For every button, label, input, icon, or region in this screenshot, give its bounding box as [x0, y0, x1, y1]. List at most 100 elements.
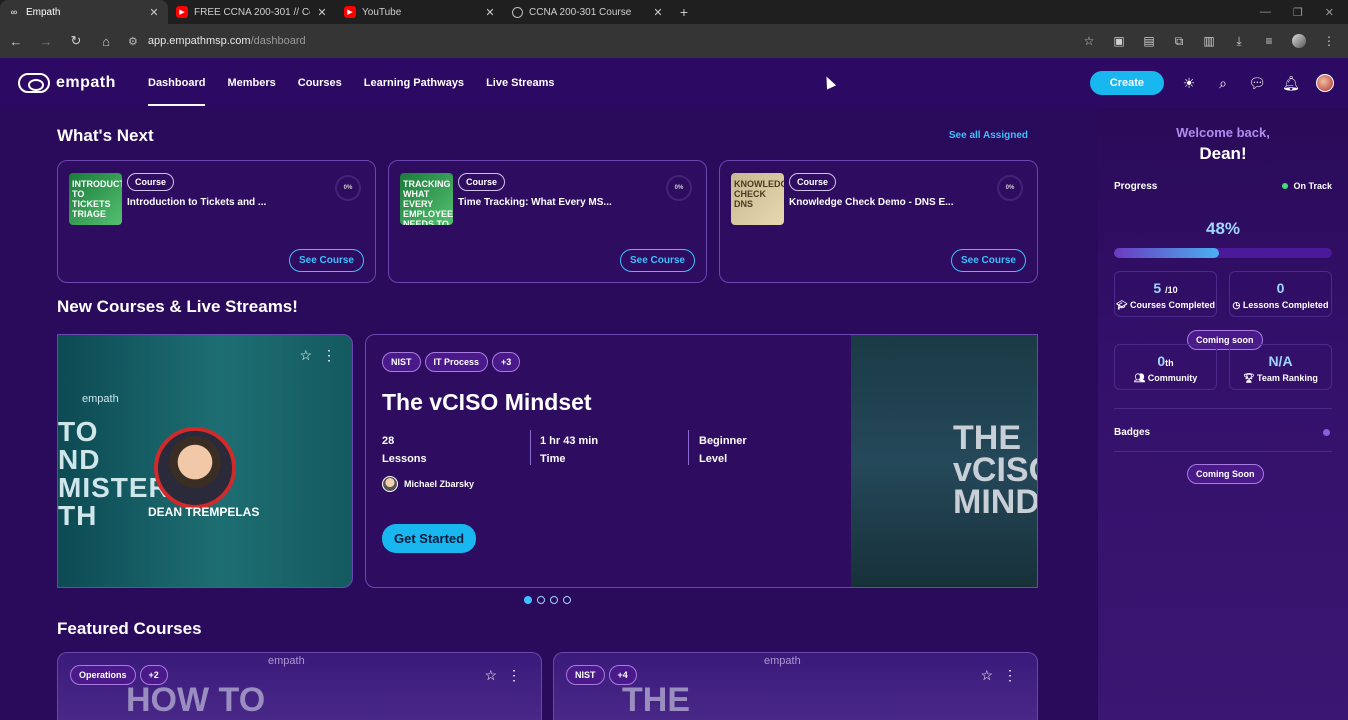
stat-label: Lessons Completed	[1242, 300, 1329, 310]
chat-icon[interactable]: 💬︎	[1248, 74, 1266, 92]
more-options-icon[interactable]: ⋮	[1003, 667, 1017, 684]
stat-value: 0	[1157, 353, 1166, 369]
more-options-icon[interactable]: ⋮	[507, 667, 521, 684]
carousel-card-previous[interactable]: empath TO ND MISTER TH DEAN TREMPELAS ☆ …	[57, 334, 353, 588]
favorite-star-icon[interactable]: ☆	[299, 347, 312, 364]
tab-label: CCNA 200-301 Course	[529, 6, 632, 18]
whats-next-title: What's Next	[57, 126, 154, 145]
carousel-dot[interactable]	[524, 596, 532, 604]
course-tag: Course	[127, 173, 175, 191]
stat-label: Lessons	[382, 453, 427, 465]
whats-next-card[interactable]: KNOWLEDGE CHECK DNS Course Knowledge Che…	[719, 160, 1038, 283]
browser-tab-ccna-course[interactable]: CCNA 200-301 Course ✕	[504, 0, 672, 24]
nav-members[interactable]: Members	[227, 58, 275, 108]
progress-ring: 0%	[997, 175, 1023, 201]
empath-logo[interactable]: empath	[18, 73, 130, 93]
download-icon[interactable]: ⤓	[1232, 34, 1246, 49]
status-badge: On Track	[1282, 181, 1332, 191]
close-tab-icon[interactable]: ✕	[484, 6, 496, 19]
course-thumbnail: INTRODUCTION TO TICKETS TRIAGE	[69, 173, 122, 225]
course-title: Introduction to Tickets and ...	[127, 197, 267, 208]
presenter-name: DEAN TREMPELAS	[148, 505, 260, 519]
profile-avatar[interactable]	[1292, 34, 1306, 48]
course-tag: Course	[458, 173, 506, 191]
back-icon[interactable]: ←	[8, 34, 24, 49]
extension-icon[interactable]: ▣	[1112, 34, 1126, 48]
nav-dashboard[interactable]: Dashboard	[148, 58, 206, 108]
new-tab-button[interactable]: +	[672, 4, 696, 20]
course-author[interactable]: Michael Zbarsky	[382, 476, 474, 492]
status-dot-icon	[1282, 183, 1289, 189]
carousel-dot[interactable]	[537, 596, 545, 604]
forward-icon[interactable]: →	[38, 34, 54, 49]
course-title: Time Tracking: What Every MS...	[458, 197, 612, 208]
featured-courses-title: Featured Courses	[57, 619, 202, 638]
notification-bell-icon[interactable]: 🔔︎	[1282, 74, 1300, 92]
tab-label: YouTube	[362, 6, 402, 18]
media-icon[interactable]: ≡	[1262, 34, 1276, 48]
stat-time: 1 hr 43 min Time	[540, 432, 598, 468]
course-banner-image: THE vCISO MIND	[851, 335, 1037, 587]
get-started-button[interactable]: Get Started	[382, 524, 477, 553]
author-avatar	[382, 476, 398, 492]
theme-toggle-sun-icon[interactable]: ☀	[1180, 74, 1198, 92]
search-icon[interactable]: ⌕	[1214, 74, 1232, 92]
see-course-button[interactable]: See Course	[950, 249, 1026, 272]
see-all-assigned-link[interactable]: See all Assigned	[949, 130, 1028, 141]
team-ranking-stat: N/A 🏆︎ Team Ranking	[1229, 344, 1332, 390]
stat-suffix: th	[1165, 358, 1174, 368]
stat-divider	[530, 430, 531, 465]
nav-courses[interactable]: Courses	[298, 58, 342, 108]
minimize-icon[interactable]: —	[1260, 6, 1271, 19]
see-course-button[interactable]: See Course	[619, 249, 695, 272]
browser-tab-youtube[interactable]: ▶ YouTube ✕	[336, 0, 504, 24]
extensions-puzzle-icon[interactable]: ⧉	[1172, 34, 1186, 49]
favorite-star-icon[interactable]: ☆	[484, 667, 497, 684]
nav-live-streams[interactable]: Live Streams	[486, 58, 554, 108]
browser-tab-ccna-video[interactable]: ▶ FREE CCNA 200-301 // Complete ✕	[168, 0, 336, 24]
progress-ring: 0%	[666, 175, 692, 201]
site-info-icon[interactable]: ⚙	[128, 35, 138, 48]
sidebar-icon[interactable]: ▥	[1202, 34, 1216, 48]
user-avatar[interactable]	[1316, 74, 1334, 92]
stat-value: 5	[1153, 280, 1162, 296]
progress-percent: 48%	[1205, 219, 1241, 238]
card-watermark: empath	[82, 393, 119, 405]
progress-label: Progress	[1114, 181, 1158, 192]
card-watermark: empath	[764, 655, 801, 667]
close-window-icon[interactable]: ✕	[1325, 6, 1334, 19]
course-tags: NIST IT Process +3	[382, 352, 524, 372]
maximize-icon[interactable]: ❐	[1293, 6, 1303, 19]
create-button[interactable]: Create	[1089, 71, 1164, 95]
featured-course-card[interactable]: NIST +4 empath THE ☆ ⋮	[553, 652, 1038, 720]
carousel-dot[interactable]	[550, 596, 558, 604]
home-icon[interactable]: ⌂	[98, 34, 114, 49]
more-options-icon[interactable]: ⋮	[322, 347, 336, 364]
browser-menu-icon[interactable]: ⋮	[1322, 34, 1336, 48]
extension-icon[interactable]: ▤	[1142, 34, 1156, 48]
favorite-star-icon[interactable]: ☆	[980, 667, 993, 684]
courses-completed-stat: 5 /10 🎓︎ Courses Completed	[1114, 271, 1217, 317]
bookmark-star-icon[interactable]: ☆	[1082, 34, 1096, 48]
status-text: On Track	[1293, 181, 1332, 191]
stat-lessons: 28 Lessons	[382, 432, 427, 468]
carousel-dot[interactable]	[563, 596, 571, 604]
youtube-favicon-icon: ▶	[344, 6, 356, 18]
empath-logo-icon	[18, 73, 50, 93]
tab-label: FREE CCNA 200-301 // Complete	[194, 6, 310, 18]
tag-more: +3	[492, 352, 521, 372]
close-tab-icon[interactable]: ✕	[652, 6, 664, 19]
whats-next-card[interactable]: INTRODUCTION TO TICKETS TRIAGE Course In…	[57, 160, 376, 283]
address-bar[interactable]: ⚙ app.empathmsp.com/dashboard	[128, 35, 306, 48]
close-tab-icon[interactable]: ✕	[316, 6, 328, 19]
trophy-icon: 🏆︎	[1243, 373, 1255, 383]
carousel-card-featured[interactable]: NIST IT Process +3 The vCISO Mindset 28 Le…	[365, 334, 1038, 588]
empath-favicon-icon: ∞	[10, 7, 18, 17]
nav-learning-pathways[interactable]: Learning Pathways	[364, 58, 464, 108]
featured-course-card[interactable]: Operations +2 empath HOW TO ☆ ⋮	[57, 652, 542, 720]
browser-tab-empath[interactable]: ∞ Empath ✕	[0, 0, 168, 24]
whats-next-card[interactable]: TRACKING WHAT EVERY EMPLOYEE NEEDS TO KN…	[388, 160, 707, 283]
close-tab-icon[interactable]: ✕	[148, 6, 160, 19]
see-course-button[interactable]: See Course	[288, 249, 364, 272]
reload-icon[interactable]: ↻	[68, 33, 84, 49]
